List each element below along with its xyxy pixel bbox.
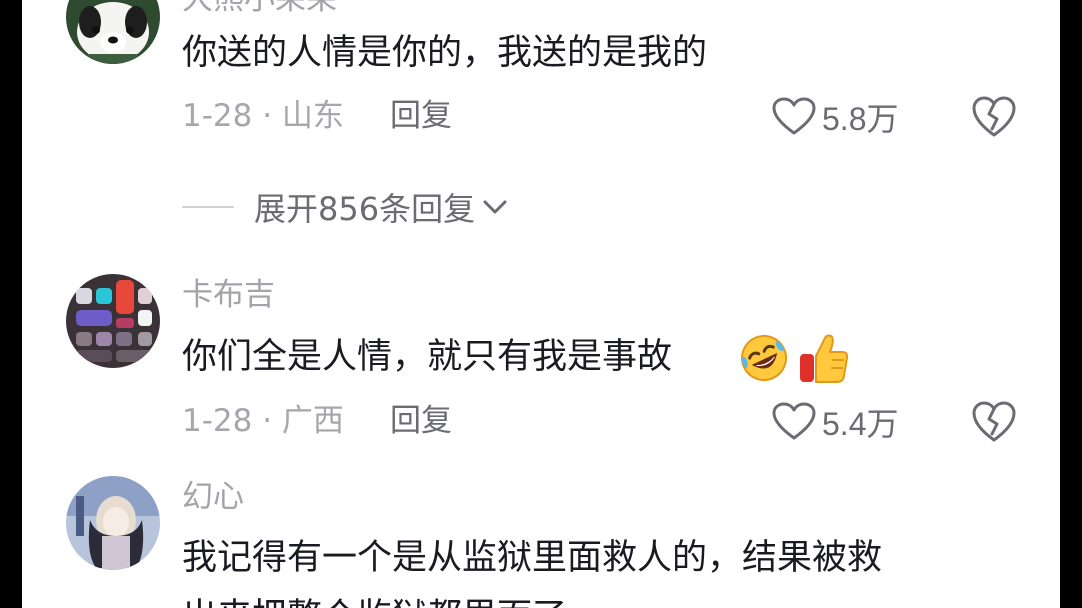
reply-button[interactable]: 回复: [390, 101, 452, 132]
comment-username[interactable]: 大熊小呆呆: [182, 0, 337, 15]
comment-date-location: 1-28 · 山东: [182, 98, 344, 134]
phone-control-center-avatar: [66, 274, 160, 368]
avatar[interactable]: [66, 476, 160, 570]
like-button[interactable]: 5.4万: [772, 400, 899, 444]
like-count: 5.8万: [822, 101, 899, 137]
husky-dog-avatar: [66, 0, 160, 64]
thumbs-up-emoji: [800, 334, 849, 383]
broken-heart-icon: [972, 96, 1016, 137]
expand-replies-button[interactable]: 展开856条回复: [182, 187, 509, 228]
avatar[interactable]: [66, 0, 160, 64]
heart-outline-icon: [772, 402, 816, 440]
dislike-button[interactable]: [970, 400, 1018, 444]
comment-text-line2: 出来把整个监狱都里面了: [182, 600, 567, 608]
reply-button[interactable]: 回复: [390, 406, 452, 437]
rofl-emoji: [741, 335, 787, 381]
anime-girl-avatar: [66, 476, 160, 570]
comment-date-location: 1-28 · 广西: [182, 403, 344, 439]
comment-text: 你们全是人情，就只有我是事故: [182, 337, 673, 377]
comment-username[interactable]: 幻心: [182, 482, 244, 513]
expand-replies-label: 展开856条回复: [254, 190, 476, 228]
dislike-button[interactable]: [970, 95, 1018, 139]
broken-heart-icon: [972, 401, 1016, 442]
chevron-down-icon: [483, 200, 507, 214]
like-button[interactable]: 5.8万: [772, 95, 899, 139]
avatar[interactable]: [66, 274, 160, 368]
comment-username[interactable]: 卡布吉: [182, 280, 275, 311]
comment-text: 我记得有一个是从监狱里面救人的，结果被救: [182, 538, 883, 578]
heart-outline-icon: [772, 97, 816, 135]
divider-line: [182, 206, 234, 208]
comments-panel: 大熊小呆呆 你送的人情是你的，我送的是我的 1-28 · 山东 回复 5.8万 …: [22, 0, 1060, 608]
comment-text: 你送的人情是你的，我送的是我的: [182, 33, 708, 73]
like-count: 5.4万: [822, 406, 899, 442]
